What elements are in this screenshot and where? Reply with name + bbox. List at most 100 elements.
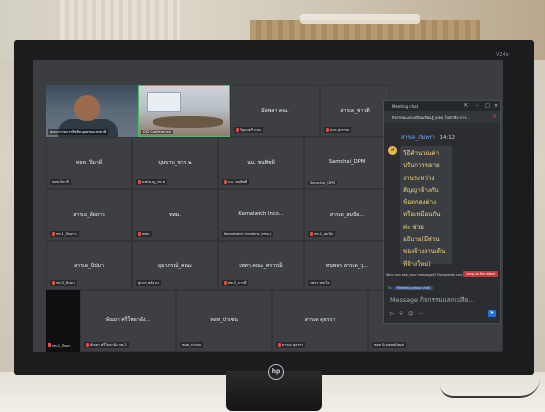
black-video-tile[interactable]: กท.2_กันยา — [46, 290, 80, 352]
message-line: ข้อตกลงต่าง — [403, 199, 437, 207]
participant-label: ทอท_ปาเซน — [180, 342, 204, 348]
video-tile-speaker[interactable]: คณะกรรมการสิทธิมนุษยชนแห่งชาติ — [46, 85, 138, 137]
participant-tile[interactable]: เทศา.คณะ_ศรารณี ทท.2_การดี — [218, 241, 304, 290]
mic-muted-icon — [236, 128, 239, 132]
recipient-pill[interactable]: Meeting group chat — [393, 286, 433, 290]
participant-name: ทสม. — [169, 212, 181, 218]
participant-tile[interactable]: นน. ชนพิชดี นน. ชนพิชดี — [218, 137, 304, 189]
participant-name: Samchai_DPM — [328, 159, 366, 165]
format-icon[interactable]: ▷ — [390, 311, 394, 317]
participant-name: สารเด_สมปัย... — [329, 212, 365, 218]
chat-meeting-header: กิจกรรมแลกเปลี่ยนเรียนรู้ (KM) ในหัวข้อ … — [384, 111, 500, 123]
mic-muted-icon — [138, 180, 141, 184]
chat-notice: Who can see your messages? Recipients ca… — [386, 271, 498, 280]
participant-tile[interactable]: อุมาภรณ์_คณะ ศุภกร พลังวน — [132, 241, 218, 290]
message-line: สัญญาจ้างกับ — [403, 186, 439, 194]
speaker-head — [74, 95, 100, 121]
participant-name: เทศา.คณะ_ศรารณี — [239, 262, 283, 269]
participant-tile[interactable]: Kamalwich Inco... Kamalwich Incolens (กท… — [218, 189, 304, 241]
mic-muted-icon — [224, 180, 227, 184]
participant-label: นน. ชนพิชดี — [222, 179, 250, 185]
participant-name: ทอท. ปีมาดี — [75, 160, 103, 166]
participant-label: รัฐมนตรี กลม — [234, 127, 263, 133]
participant-label: กท.1_กันยาว — [50, 231, 79, 237]
send-button[interactable]: ➤ — [488, 310, 496, 317]
attach-icon[interactable]: ⌾ — [399, 311, 402, 317]
participant-name: ทอท_ปาเซน — [210, 317, 238, 324]
participant-tile[interactable]: สารเด_สมปัย... กท.2_สมปัย — [304, 189, 390, 241]
participant-tile[interactable]: ทอท_ปาเซน ทอท_ปาเซน — [176, 290, 272, 352]
meeting-title: กิจกรรมแลกเปลี่ยนเรียนรู้ (KM) ในหัวข้อ … — [392, 114, 470, 120]
hp-logo-icon: hp — [268, 364, 284, 380]
message-sender: สารเด_ภัมพรา — [401, 135, 435, 141]
participant-name: ษัณยา ศรีโพธาอัง... — [105, 317, 151, 324]
participant-name: ทนพจร สารเด_วุ... — [325, 262, 369, 269]
participant-label: Kamalwich Incolens (กทม.) — [222, 231, 274, 237]
participant-name: สารเด_นิปมา — [74, 262, 104, 269]
participant-name: Kamalwich Inco... — [238, 211, 284, 217]
participant-tile[interactable]: มัลพลา คณ. รัฐมนตรี กลม — [230, 85, 320, 137]
participant-tile[interactable]: สารเด ดุธรรา สารเด ดุธรรา — [272, 290, 368, 352]
room-window — [147, 92, 181, 112]
participant-name: บุษบาบ_ชาร ๒ — [158, 160, 192, 166]
close-chat-icon[interactable]: × — [492, 113, 497, 120]
message-line: หรือเหมือนกัน — [403, 211, 441, 219]
close-icon[interactable]: × — [494, 103, 498, 109]
mic-muted-icon — [224, 281, 227, 285]
chat-window-title: Meeting chat — [392, 103, 419, 109]
emoji-icon[interactable]: ☺ — [408, 311, 413, 317]
send-icon: ➤ — [489, 310, 495, 316]
participant-label: นพรบ.ญ_กท ค — [136, 179, 168, 185]
avatar: ส — [388, 146, 397, 155]
participant-label: ทอท.จิดาลี — [50, 179, 71, 185]
mic-muted-icon — [52, 232, 55, 236]
message-input[interactable] — [390, 294, 498, 306]
notice-text: Who can see your messages? Recipients ca… — [386, 273, 466, 277]
meeting-screen: คณะกรรมการสิทธิมนุษยชนแห่งชาติ DSI Confe… — [33, 60, 503, 352]
participant-tile[interactable]: ทนพจร สารเด_วุ... รศรร รพะไอ — [304, 241, 390, 290]
participant-name: สารเด_ชาวติ — [340, 108, 370, 114]
chat-titlebar: Meeting chat ⇱ – □ × — [384, 101, 500, 111]
jump-latest-button[interactable]: Jump to the latest — [463, 271, 498, 277]
mic-muted-icon — [278, 343, 281, 347]
more-icon[interactable]: ⋯ — [419, 311, 424, 317]
participant-tile[interactable]: สารเด_นิปมา กท.3_นิปมา — [46, 241, 132, 290]
participant-tile[interactable]: Samchai_DPM Samchai_DPM — [304, 137, 390, 189]
ceiling-light — [300, 14, 420, 24]
maximize-icon[interactable]: □ — [485, 103, 490, 109]
participant-name: อุมาภรณ์_คณะ — [157, 262, 193, 269]
mic-muted-icon — [86, 343, 89, 347]
participant-name: มัลพลา คณ. — [261, 108, 289, 114]
compose-toolbar: ▷ ⌾ ☺ ⋯ — [390, 311, 428, 317]
message-header: สารเด_ภัมพรา 14:12 — [401, 134, 455, 142]
participant-name: สารเด ดุธรรา — [304, 317, 336, 324]
video-tile-label: DSI Conference — [141, 130, 173, 134]
participant-label: Samchai_DPM — [308, 181, 338, 185]
cable — [440, 378, 540, 398]
mic-muted-icon — [326, 128, 329, 132]
window-curtain — [60, 0, 180, 45]
minimize-icon[interactable]: – — [476, 103, 479, 109]
message-line: ของจ้างงานเดิน — [403, 248, 446, 256]
participant-tile[interactable]: ทสม. ทสม. — [132, 189, 218, 241]
chat-message-bubble: วิธีคำนวณค่า ปรับการขยาย งานระหว่าง สัญญ… — [400, 146, 452, 268]
message-line: อธิบาย(มีส่วน — [403, 236, 440, 244]
participant-label: ศุภกร พลังวน — [136, 280, 161, 286]
message-line: วิธีคำนวณค่า — [403, 150, 439, 157]
participant-tile[interactable]: ษัณยา ศรีโพธาอัง... ษัณยา ศรีโพธาอัง กท.… — [80, 290, 176, 352]
participant-label: รศรร รพะไอ — [308, 280, 332, 286]
participant-tile[interactable]: ทอท. ปีมาดี ทอท.จิดาลี — [46, 137, 132, 189]
video-tile-conference-room[interactable]: DSI Conference — [138, 85, 230, 137]
monitor-model-label: V24e — [496, 52, 509, 58]
message-line: ค่ะ ช่วย — [403, 223, 424, 231]
participant-label: ทท.2_การดี — [222, 280, 249, 286]
participant-tile[interactable]: บุษบาบ_ชาร ๒ นพรบ.ญ_กท ค — [132, 137, 218, 189]
recipient-row: To: Meeting group chat — [388, 286, 433, 290]
participant-tile[interactable]: สารเด_ชาวติ สนร.สุวรรณ — [320, 85, 390, 137]
participant-tile[interactable]: สารเอ_ลัยยาว กท.1_กันยาว — [46, 189, 132, 241]
mic-muted-icon — [48, 343, 51, 347]
participant-label: กท.2_สมปัย — [308, 231, 335, 237]
mic-muted-icon — [310, 232, 313, 236]
conference-table — [153, 116, 223, 128]
popout-icon[interactable]: ⇱ — [464, 103, 468, 109]
